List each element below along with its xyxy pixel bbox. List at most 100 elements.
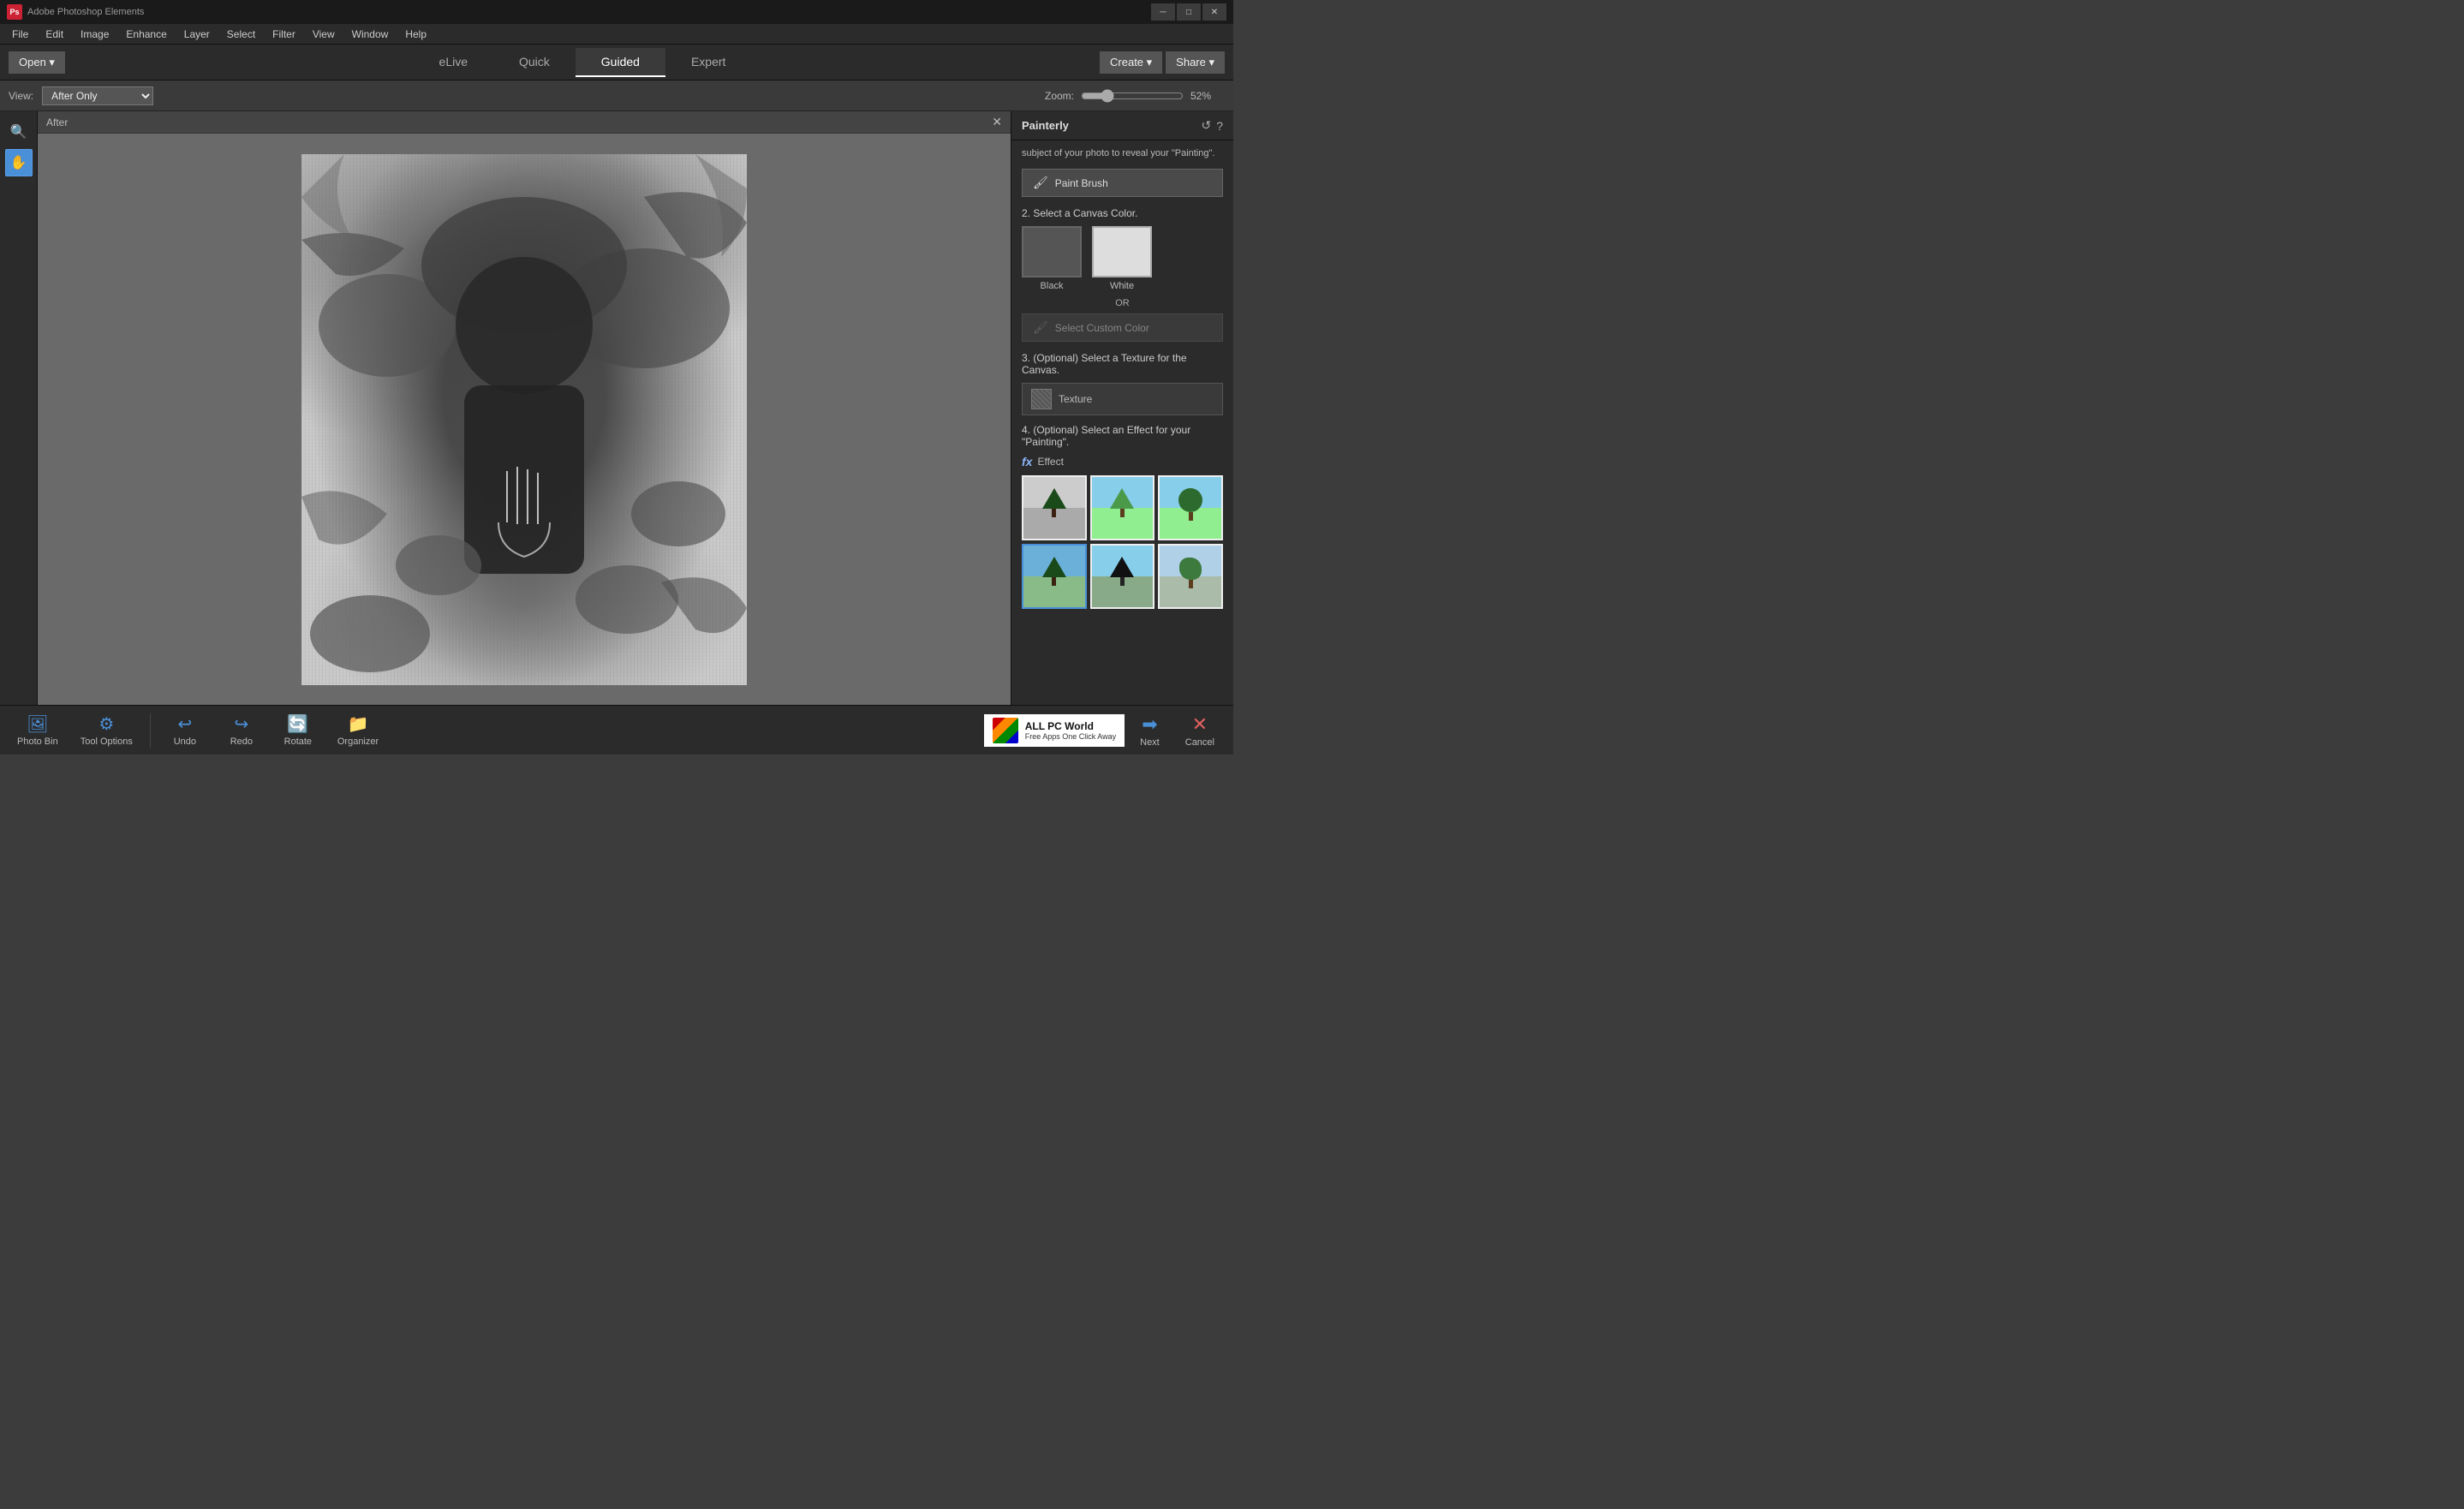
custom-color-button[interactable]: 🖌 Select Custom Color [1022,313,1223,342]
hand-tool-button[interactable]: ✋ [5,149,33,176]
badge-title: ALL PC World [1025,720,1116,732]
effect-thumb-4[interactable] [1022,544,1087,609]
paint-brush-label: Paint Brush [1055,177,1108,189]
black-swatch-item[interactable]: Black [1022,226,1082,291]
white-swatch-item[interactable]: White [1092,226,1152,291]
thumbnails-grid [1022,475,1223,608]
panel-title: Painterly [1022,119,1069,132]
tab-guided[interactable]: Guided [576,48,665,77]
rotate-icon: 🔄 [287,713,308,735]
right-actions: Create ▾ Share ▾ [1100,51,1225,74]
bottombar: 🖼 Photo Bin ⚙ Tool Options ↩ Undo ↪ Redo… [0,705,1233,754]
menu-file[interactable]: File [3,26,37,43]
redo-button[interactable]: ↪ Redo [216,710,267,750]
allpcworld-badge[interactable]: ALL PC World Free Apps One Click Away [984,714,1125,747]
panel-refresh-button[interactable]: ↺ [1201,118,1211,133]
left-toolbar: 🔍 ✋ [0,111,38,705]
photo-container [301,154,747,685]
open-button[interactable]: Open ▾ [9,51,65,74]
black-label: Black [1041,281,1064,291]
step2-label: 2. Select a Canvas Color. [1022,207,1223,219]
close-button[interactable]: ✕ [1202,3,1226,21]
mode-tabs: eLive Quick Guided Expert [65,48,1100,77]
cancel-button[interactable]: ✕ Cancel [1175,710,1225,751]
texture-label: Texture [1059,393,1092,405]
white-swatch[interactable] [1092,226,1152,277]
organizer-button[interactable]: 📁 Organizer [329,710,387,750]
effect-thumb-1[interactable] [1022,475,1087,540]
step4-label: 4. (Optional) Select an Effect for your … [1022,424,1223,448]
person-svg [301,154,747,685]
organizer-label: Organizer [337,737,379,747]
redo-label: Redo [230,737,253,747]
fx-icon: fx [1022,455,1032,468]
effect-thumb-2[interactable] [1090,475,1155,540]
panel-help-button[interactable]: ? [1216,118,1223,133]
effect-text: Effect [1037,456,1063,468]
paint-brush-button[interactable]: 🖌 Paint Brush [1022,169,1223,197]
custom-color-icon: 🖌 [1033,320,1048,335]
menu-layer[interactable]: Layer [176,26,218,43]
menu-edit[interactable]: Edit [37,26,72,43]
menu-image[interactable]: Image [72,26,117,43]
tab-elive[interactable]: eLive [414,48,493,77]
main-area: 🔍 ✋ After ✕ [0,111,1233,705]
cancel-x-icon: ✕ [1192,713,1208,736]
canvas-area: After ✕ [38,111,1011,705]
badge-subtitle: Free Apps One Click Away [1025,732,1116,741]
zoom-label: Zoom: [1045,90,1074,102]
menu-filter[interactable]: Filter [264,26,304,43]
photo-bin-label: Photo Bin [17,737,58,747]
tool-options-button[interactable]: ⚙ Tool Options [72,710,141,750]
panel-header: Painterly ↺ ? [1011,111,1233,140]
menu-window[interactable]: Window [343,26,397,43]
badge-text-block: ALL PC World Free Apps One Click Away [1025,720,1116,741]
effect-thumb-3[interactable] [1158,475,1223,540]
maximize-button[interactable]: □ [1177,3,1201,21]
zoom-slider[interactable] [1081,89,1184,103]
next-label: Next [1140,737,1160,748]
right-panel: Painterly ↺ ? subject of your photo to r… [1011,111,1233,705]
titlebar: Ps Adobe Photoshop Elements ─ □ ✕ [0,0,1233,24]
zoom-value: 52% [1190,90,1225,102]
tab-expert[interactable]: Expert [665,48,751,77]
redo-icon: ↪ [234,713,248,735]
undo-icon: ↩ [177,713,192,735]
modebar: Open ▾ eLive Quick Guided Expert Create … [0,45,1233,81]
or-divider: OR [1022,298,1223,308]
window-controls: ─ □ ✕ [1151,3,1226,21]
view-select[interactable]: After Only Before Only Before & After - … [42,86,153,105]
undo-button[interactable]: ↩ Undo [159,710,211,750]
minimize-button[interactable]: ─ [1151,3,1175,21]
menu-enhance[interactable]: Enhance [117,26,175,43]
black-swatch[interactable] [1022,226,1082,277]
canvas-label: After [46,116,68,128]
photo-image [301,154,747,685]
effect-thumb-5[interactable] [1090,544,1155,609]
tool-options-label: Tool Options [81,737,133,747]
canvas-content [38,134,1011,705]
cancel-label: Cancel [1185,737,1214,748]
texture-button[interactable]: Texture [1022,383,1223,415]
photo-bin-button[interactable]: 🖼 Photo Bin [9,710,67,750]
menu-select[interactable]: Select [218,26,264,43]
zoom-section: Zoom: 52% [1045,89,1225,103]
menubar: File Edit Image Enhance Layer Select Fil… [0,24,1233,45]
effect-thumb-6[interactable] [1158,544,1223,609]
organizer-icon: 📁 [348,713,369,735]
step3-label: 3. (Optional) Select a Texture for the C… [1022,352,1223,376]
menu-help[interactable]: Help [397,26,435,43]
search-tool-button[interactable]: 🔍 [5,118,33,146]
next-arrow-icon: ➡ [1142,713,1157,736]
next-button[interactable]: ➡ Next [1130,710,1170,751]
rotate-button[interactable]: 🔄 Rotate [272,710,324,750]
canvas-close-button[interactable]: ✕ [992,115,1002,129]
create-button[interactable]: Create ▾ [1100,51,1162,74]
menu-view[interactable]: View [304,26,343,43]
panel-header-controls: ↺ ? [1201,118,1223,133]
share-button[interactable]: Share ▾ [1166,51,1225,74]
color-swatches: Black White [1022,226,1223,291]
paint-brush-icon: 🖌 [1033,176,1048,190]
tab-quick[interactable]: Quick [493,48,576,77]
view-label: View: [9,90,33,102]
